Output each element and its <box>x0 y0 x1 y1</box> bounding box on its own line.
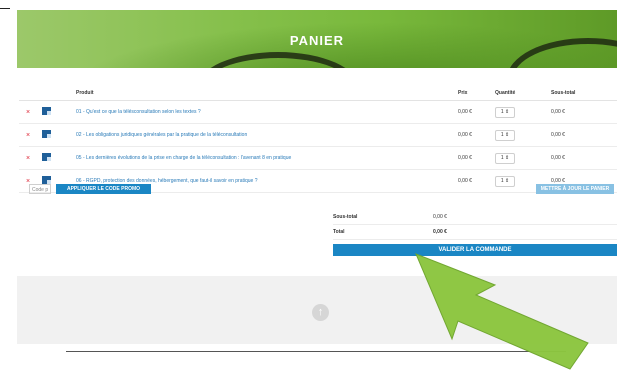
annotation-arrow-icon <box>415 253 589 370</box>
